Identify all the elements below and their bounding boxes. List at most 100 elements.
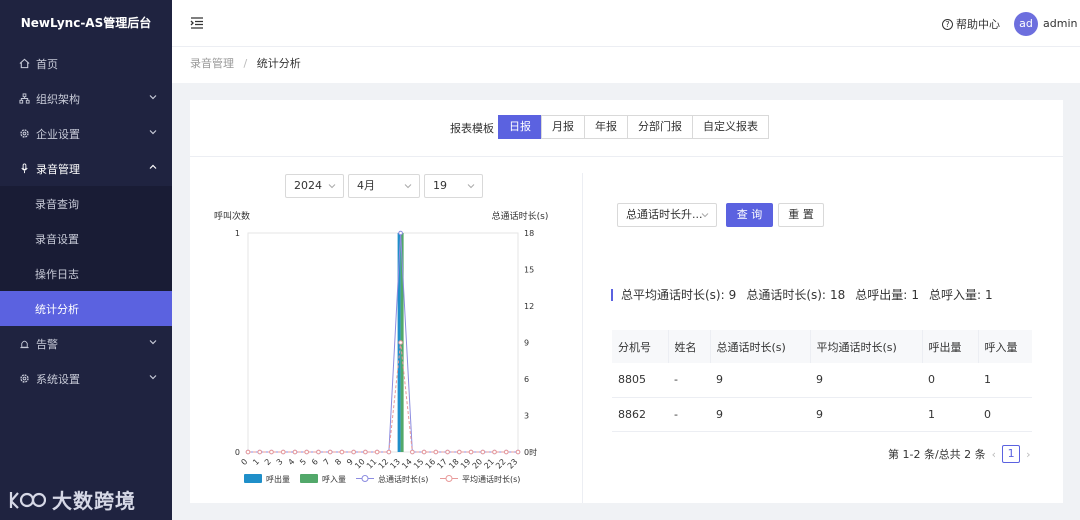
- prev-page-button[interactable]: ‹: [992, 448, 996, 461]
- tab-custom[interactable]: 自定义报表: [692, 115, 769, 139]
- line-point: [339, 449, 345, 455]
- day-select[interactable]: 19: [424, 174, 483, 198]
- year-select[interactable]: 2024: [285, 174, 344, 198]
- x-tick-label: 5: [298, 457, 308, 467]
- table-row: 8805 - 9 9 0 1: [612, 363, 1032, 398]
- line-total-duration: [248, 232, 518, 453]
- col-extension[interactable]: 分机号: [612, 330, 668, 363]
- sidebar-item-org[interactable]: 组织架构: [0, 81, 172, 116]
- watermark: 大数跨境: [8, 485, 136, 514]
- panel-divider: [582, 173, 583, 503]
- summary-out-label: 总呼出量:: [855, 288, 908, 302]
- summary-total-value: 18: [829, 287, 846, 302]
- cell-outbound: 0: [922, 363, 978, 398]
- tab-daily[interactable]: 日报: [498, 115, 542, 139]
- line-point: [398, 340, 403, 345]
- sidebar-item-system[interactable]: 系统设置: [0, 361, 172, 396]
- month-value: 4月: [357, 179, 375, 192]
- col-outbound[interactable]: 呼出量: [921, 330, 978, 363]
- pagination-info: 第 1-2 条/总共 2 条: [888, 448, 986, 461]
- sidebar-item-operation-log[interactable]: 操作日志: [0, 256, 172, 291]
- summary-avg-value: 9: [728, 287, 737, 302]
- breadcrumb-current: 统计分析: [256, 57, 301, 70]
- line-point: [351, 449, 356, 455]
- line-point: [503, 449, 509, 455]
- line-point: [327, 449, 333, 455]
- home-icon: [18, 58, 30, 70]
- avatar[interactable]: ad: [1014, 12, 1038, 36]
- next-page-button[interactable]: ›: [1026, 448, 1030, 461]
- pagination: 第 1-2 条/总共 2 条 ‹ 1 ›: [888, 445, 1036, 463]
- right-tick-label: 9: [524, 339, 529, 348]
- sidebar-item-enterprise[interactable]: 企业设置: [0, 116, 172, 151]
- chevron-down-icon: [701, 213, 709, 218]
- col-name[interactable]: 姓名: [667, 330, 710, 363]
- right-axis-title: 总通话时长(s): [492, 210, 549, 222]
- sidebar-item-label: 企业设置: [36, 127, 80, 141]
- x-tick-label: 4: [286, 457, 296, 467]
- col-inbound[interactable]: 呼入量: [977, 330, 1032, 363]
- cell-avg-duration: 9: [810, 363, 922, 398]
- line-point: [410, 449, 415, 455]
- col-avg-duration[interactable]: 平均通话时长(s): [809, 330, 922, 363]
- sidebar-item-label: 组织架构: [36, 92, 80, 106]
- x-tick-label: 2: [263, 457, 273, 467]
- mic-icon: [18, 163, 30, 175]
- right-tick-label: 3: [524, 412, 529, 421]
- chevron-down-icon: [149, 375, 157, 380]
- sidebar-item-recording[interactable]: 录音管理: [0, 151, 172, 186]
- legend-label: 总通话时长(s): [378, 474, 428, 484]
- cell-avg-duration: 9: [810, 397, 922, 432]
- gear-icon: [18, 128, 30, 140]
- sidebar-item-home[interactable]: 首页: [0, 46, 172, 81]
- extension-table: 分机号 姓名 总通话时长(s) 平均通话时长(s) 呼出量 呼入量 8805 -…: [612, 330, 1032, 432]
- month-select[interactable]: 4月: [348, 174, 420, 198]
- template-tabs: 日报 月报 年报 分部门报 自定义报表: [498, 115, 769, 139]
- legend-swatch: [244, 474, 262, 483]
- line-point: [445, 449, 450, 455]
- help-center-link[interactable]: ? 帮助中心: [942, 16, 1000, 32]
- page-1-button[interactable]: 1: [1002, 445, 1021, 463]
- line-point: [257, 449, 263, 455]
- legend-label: 平均通话时长(s): [462, 474, 520, 484]
- right-tick-label: 15: [524, 266, 534, 275]
- line-point: [492, 449, 497, 455]
- search-button[interactable]: 查 询: [726, 203, 773, 227]
- sort-select[interactable]: 总通话时长升...: [617, 203, 717, 227]
- tab-yearly[interactable]: 年报: [584, 115, 628, 139]
- x-tick-label: 8: [333, 457, 343, 467]
- right-tick-label: 12: [524, 302, 534, 311]
- sidebar: NewLync-AS管理后台 首页 组织架构 企业设置 录音管理 录音查询 录音…: [0, 0, 172, 520]
- line-point: [363, 449, 368, 455]
- tab-monthly[interactable]: 月报: [541, 115, 585, 139]
- sidebar-item-statistics[interactable]: 统计分析: [0, 291, 172, 326]
- top-header: ? 帮助中心 ad admin: [172, 0, 1080, 47]
- breadcrumb-parent[interactable]: 录音管理: [190, 57, 234, 70]
- left-tick-label: 0: [235, 448, 240, 457]
- sidebar-item-alarm[interactable]: 告警: [0, 326, 172, 361]
- legend-label: 呼入量: [322, 474, 346, 484]
- reset-button[interactable]: 重 置: [778, 203, 824, 227]
- col-total-duration[interactable]: 总通话时长(s): [709, 330, 810, 363]
- chevron-down-icon: [149, 340, 157, 345]
- sidebar-item-label: 统计分析: [35, 302, 79, 316]
- sidebar-item-recording-settings[interactable]: 录音设置: [0, 221, 172, 256]
- summary-avg-label: 总平均通话时长(s):: [621, 288, 725, 302]
- menu-fold-icon[interactable]: [190, 16, 204, 30]
- breadcrumb: 录音管理 / 统计分析: [172, 47, 1080, 83]
- line-point: [269, 449, 274, 455]
- sidebar-item-recording-query[interactable]: 录音查询: [0, 186, 172, 221]
- chevron-up-icon: [149, 164, 157, 169]
- x-tick-label: 0: [239, 457, 249, 467]
- summary-in-label: 总呼入量:: [928, 288, 981, 302]
- watermark-logo: [9, 491, 46, 509]
- left-tick-label: 1: [235, 229, 240, 238]
- user-name[interactable]: admin: [1043, 17, 1077, 30]
- sidebar-item-label: 操作日志: [35, 267, 79, 281]
- cell-outbound: 1: [922, 397, 978, 432]
- legend-marker: [361, 475, 369, 482]
- summary-line: 总平均通话时长(s): 9 总通话时长(s): 18 总呼出量: 1 总呼入量:…: [611, 286, 1003, 303]
- sidebar-item-label: 录音查询: [35, 197, 79, 211]
- tab-department[interactable]: 分部门报: [627, 115, 693, 139]
- summary-marker: [611, 288, 613, 301]
